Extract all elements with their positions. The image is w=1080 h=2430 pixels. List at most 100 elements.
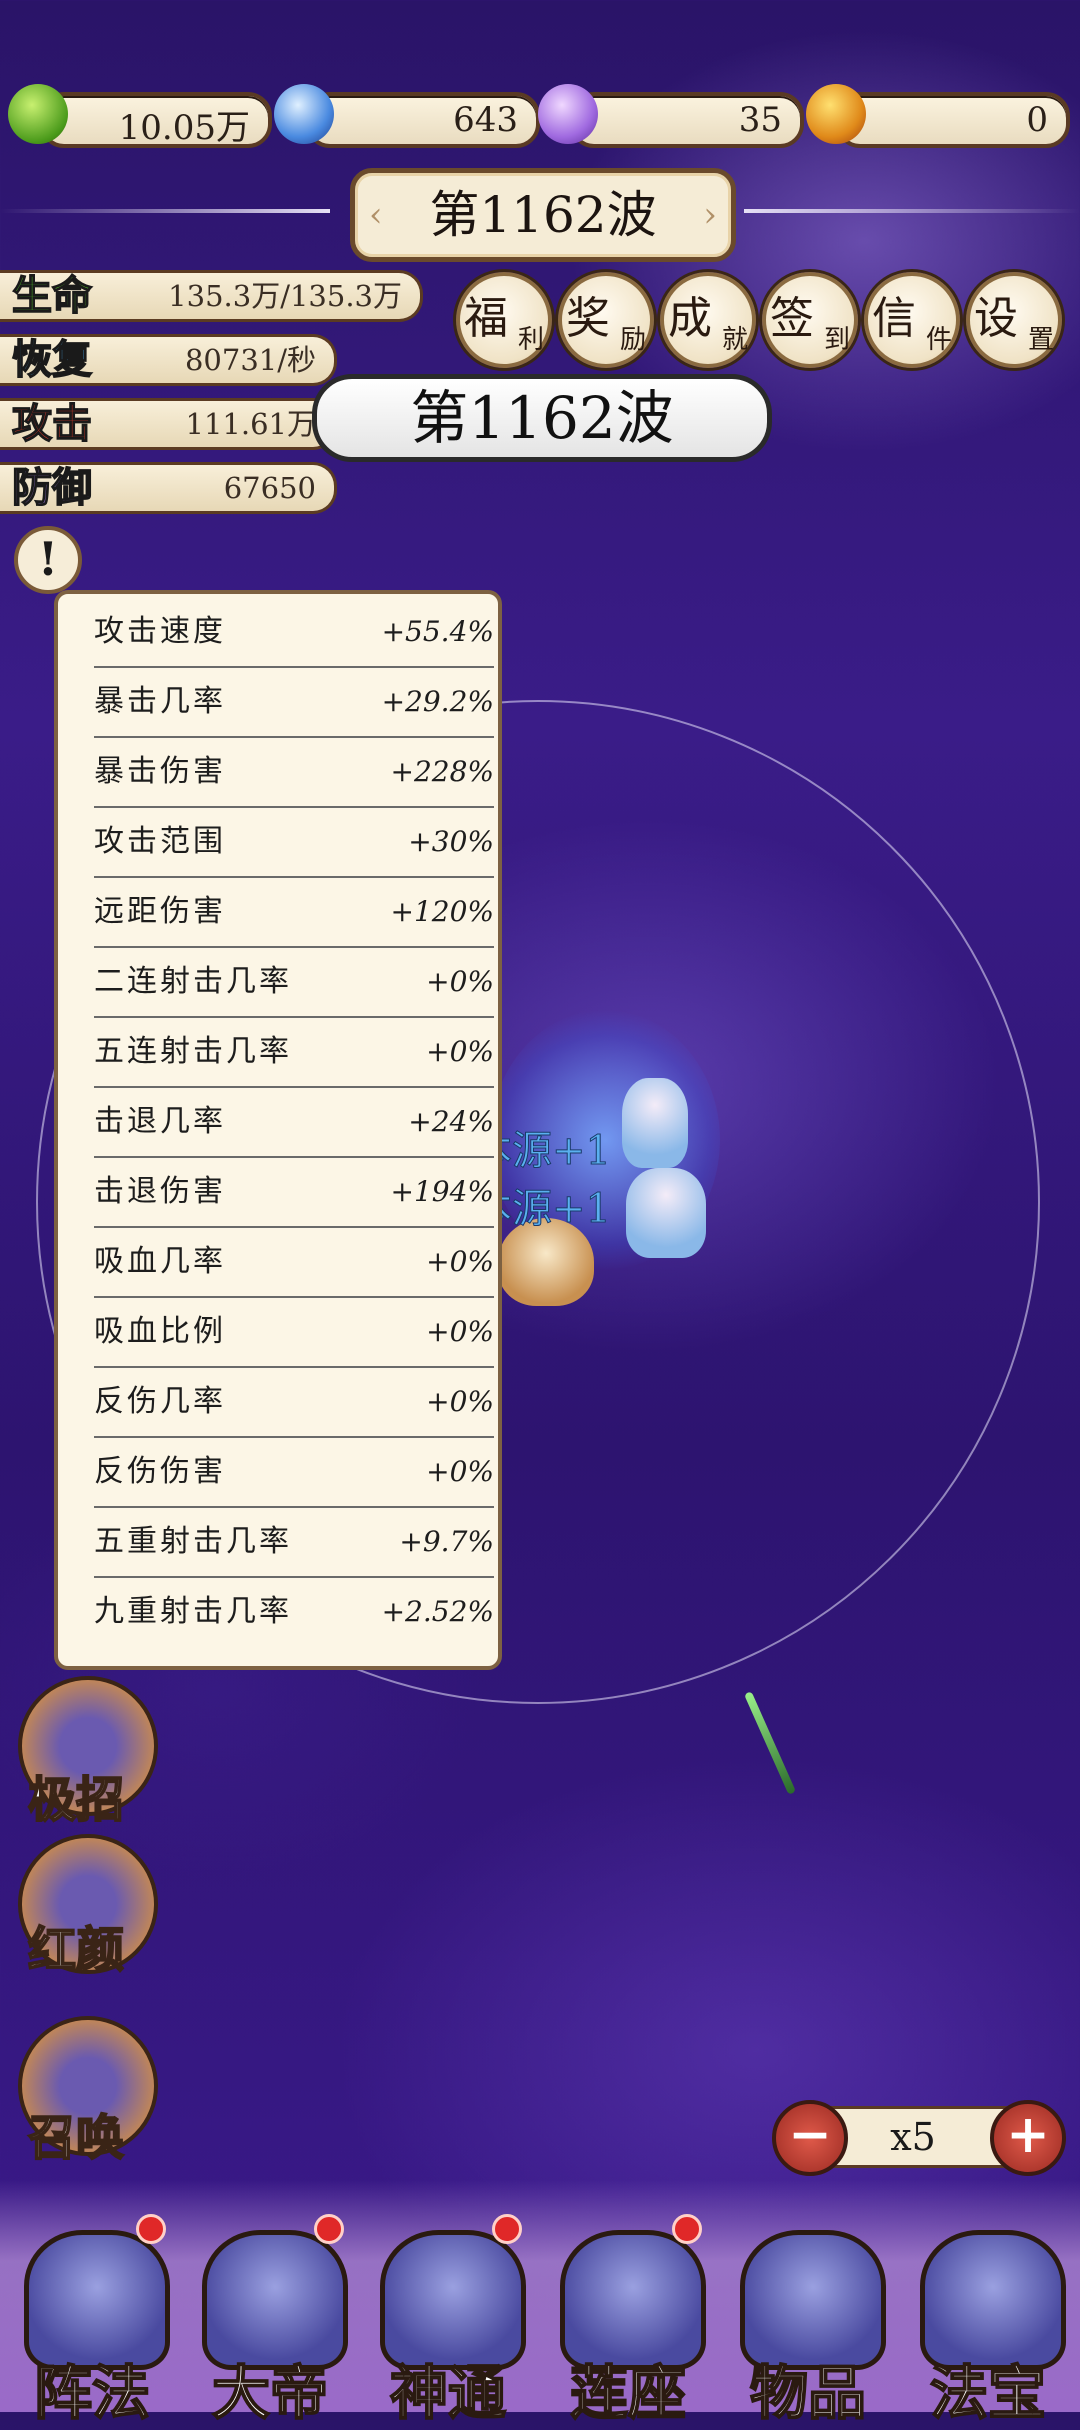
attribute-row: 击退几率 +24% bbox=[94, 1088, 494, 1158]
resource-slot-4: 0 bbox=[836, 92, 1070, 148]
resource-value-1: 10.05万 bbox=[118, 108, 250, 148]
attribute-name: 五重射击几率 bbox=[94, 1524, 292, 1559]
attribute-value: +0% bbox=[426, 1315, 494, 1348]
attribute-row: 吸血几率 +0% bbox=[94, 1228, 494, 1298]
attribute-name: 远距伤害 bbox=[94, 894, 226, 929]
nav-divine-power[interactable]: 神通 bbox=[360, 2210, 536, 2428]
attribute-name: 暴击伤害 bbox=[94, 754, 226, 789]
attribute-value: +0% bbox=[426, 965, 494, 998]
resource-value-3: 35 bbox=[738, 100, 782, 140]
mail-button[interactable]: 信件 bbox=[864, 272, 960, 368]
resource-slot-1: 10.05万 bbox=[40, 92, 272, 148]
stat-label: 攻击 bbox=[11, 400, 93, 448]
attribute-value: +2.52% bbox=[381, 1595, 494, 1628]
attribute-row: 远距伤害 +120% bbox=[94, 878, 494, 948]
attribute-value: +0% bbox=[426, 1035, 494, 1068]
attribute-panel: 攻击速度 +55.4% 暴击几率 +29.2% 暴击伤害 +228% 攻击范围 +30%… bbox=[54, 590, 502, 1670]
attribute-name: 暴击几率 bbox=[94, 684, 226, 719]
attribute-value: +9.7% bbox=[399, 1525, 494, 1558]
resource-slot-3: 35 bbox=[570, 92, 804, 148]
stat-hp: 生命 135.3万/135.3万 bbox=[0, 270, 423, 322]
attribute-name: 五连射击几率 bbox=[94, 1034, 292, 1069]
button-char: 福 bbox=[464, 293, 508, 344]
attribute-value: +55.4% bbox=[381, 615, 494, 648]
attribute-name: 反伤几率 bbox=[94, 1384, 226, 1419]
button-char-small: 件 bbox=[925, 325, 952, 355]
exclamation-icon: ! bbox=[37, 532, 59, 586]
beauty-label: 红颜 bbox=[27, 1921, 125, 1979]
nav-lotus-seat[interactable]: 莲座 bbox=[540, 2210, 716, 2428]
attribute-name: 击退几率 bbox=[94, 1104, 226, 1139]
green-crystal-icon bbox=[8, 84, 68, 144]
resource-value-2: 643 bbox=[453, 100, 518, 140]
minus-icon: − bbox=[788, 2104, 832, 2165]
stat-attack: 攻击 111.61万 bbox=[0, 398, 337, 450]
achievement-button[interactable]: 成就 bbox=[660, 272, 756, 368]
chevron-left-icon: ‹ bbox=[369, 195, 383, 235]
attribute-value: +0% bbox=[426, 1245, 494, 1278]
attribute-row: 吸血比例 +0% bbox=[94, 1298, 494, 1368]
game-speed-value: x5 bbox=[890, 2115, 936, 2159]
notification-badge bbox=[492, 2214, 522, 2244]
nav-label: 物品 bbox=[749, 2358, 867, 2428]
purple-star-icon bbox=[538, 84, 598, 144]
notification-badge bbox=[136, 2214, 166, 2244]
button-char-small: 利 bbox=[517, 325, 544, 355]
chevron-right-icon: › bbox=[703, 195, 717, 235]
banner-line-right bbox=[744, 209, 1080, 213]
nav-formation[interactable]: 阵法 bbox=[4, 2210, 180, 2428]
welfare-button[interactable]: 福利 bbox=[456, 272, 552, 368]
attribute-value: +30% bbox=[408, 825, 494, 858]
info-button[interactable]: ! bbox=[14, 526, 82, 594]
orange-gem-icon bbox=[806, 84, 866, 144]
nav-treasure[interactable]: 法宝 bbox=[900, 2210, 1076, 2428]
attribute-row: 击退伤害 +194% bbox=[94, 1158, 494, 1228]
attribute-name: 攻击范围 bbox=[94, 824, 226, 859]
blue-orb-icon bbox=[274, 84, 334, 144]
nav-items[interactable]: 物品 bbox=[720, 2210, 896, 2428]
immortal-figure-1 bbox=[622, 1078, 688, 1168]
stat-value: 111.61万 bbox=[185, 407, 316, 441]
speed-increase-button[interactable]: + bbox=[990, 2100, 1066, 2176]
button-char-small: 到 bbox=[823, 325, 850, 355]
settings-button[interactable]: 设置 bbox=[966, 272, 1062, 368]
attribute-row: 暴击几率 +29.2% bbox=[94, 668, 494, 738]
wave-banner-text: 第1162波 bbox=[429, 186, 657, 244]
attribute-row: 反伤伤害 +0% bbox=[94, 1438, 494, 1508]
immortal-figure-2 bbox=[626, 1168, 706, 1258]
nav-label: 阵法 bbox=[33, 2358, 151, 2428]
attribute-row: 二连射击几率 +0% bbox=[94, 948, 494, 1018]
button-char-small: 就 bbox=[721, 325, 748, 355]
stat-value: 67650 bbox=[223, 471, 316, 505]
attribute-row: 攻击范围 +30% bbox=[94, 808, 494, 878]
button-char: 设 bbox=[974, 293, 1018, 344]
wave-announcement-text: 第1162波 bbox=[410, 384, 674, 452]
attribute-row: 反伤几率 +0% bbox=[94, 1368, 494, 1438]
attribute-row: 五连射击几率 +0% bbox=[94, 1018, 494, 1088]
ultimate-label: 极招 bbox=[27, 1771, 125, 1829]
wave-announcement: 第1162波 bbox=[312, 374, 772, 462]
button-char: 奖 bbox=[566, 293, 610, 344]
resource-value-4: 0 bbox=[1026, 100, 1048, 140]
nav-emperor[interactable]: 大帝 bbox=[182, 2210, 358, 2428]
button-char: 签 bbox=[770, 293, 814, 344]
attribute-value: +0% bbox=[426, 1455, 494, 1488]
stat-defense: 防御 67650 bbox=[0, 462, 337, 514]
button-char-small: 励 bbox=[619, 325, 646, 355]
notification-badge bbox=[314, 2214, 344, 2244]
attribute-row: 五重射击几率 +9.7% bbox=[94, 1508, 494, 1578]
button-char: 信 bbox=[872, 293, 916, 344]
attribute-name: 二连射击几率 bbox=[94, 964, 292, 999]
stat-value: 80731/秒 bbox=[184, 343, 316, 377]
attribute-row: 九重射击几率 +2.52% bbox=[94, 1578, 494, 1646]
button-char-small: 置 bbox=[1027, 325, 1054, 355]
stat-regen: 恢复 80731/秒 bbox=[0, 334, 337, 386]
attribute-value: +194% bbox=[390, 1175, 494, 1208]
speed-decrease-button[interactable]: − bbox=[772, 2100, 848, 2176]
checkin-button[interactable]: 签到 bbox=[762, 272, 858, 368]
banner-line-left bbox=[0, 209, 330, 213]
stat-label: 防御 bbox=[11, 464, 93, 512]
reward-button[interactable]: 奖励 bbox=[558, 272, 654, 368]
stat-value: 135.3万/135.3万 bbox=[168, 279, 402, 313]
attribute-value: +29.2% bbox=[381, 685, 494, 718]
